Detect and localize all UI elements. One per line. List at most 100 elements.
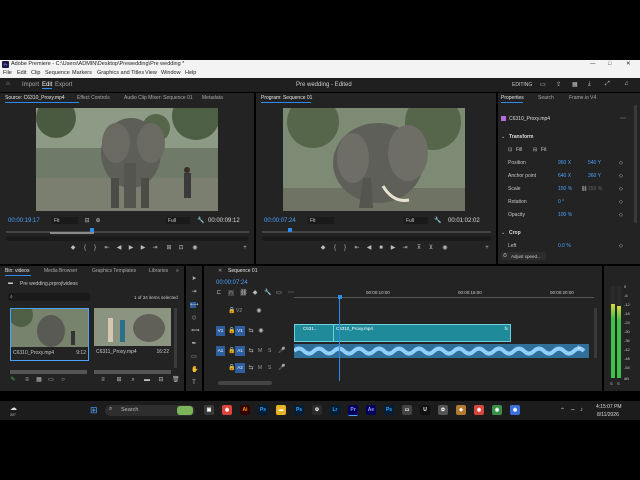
photoshop-3-icon[interactable]: Ps <box>384 405 394 415</box>
timeline-zoom-scrollbar[interactable] <box>218 381 272 385</box>
tab-effect-controls[interactable]: Effect Controls <box>77 95 110 101</box>
program-go-out-icon[interactable]: ⇥ <box>402 245 408 251</box>
nest-icon[interactable]: ⊏ <box>216 290 222 296</box>
workspace-label[interactable]: EDITING <box>512 82 532 88</box>
linked-selection-icon[interactable]: ⛓ <box>240 290 248 296</box>
source-wrench-icon[interactable]: 🔧 <box>197 218 204 224</box>
sort-icon[interactable]: ≡ <box>100 377 106 383</box>
lock-icon[interactable]: 🔒 <box>228 328 235 334</box>
source-timecode[interactable]: 00:00:19:17 <box>8 218 40 224</box>
new-item-icon[interactable]: ⊟ <box>158 377 164 383</box>
sync-lock-icon[interactable]: ⇆ <box>248 328 254 334</box>
export-frame-icon[interactable]: ◉ <box>192 245 198 251</box>
bin-search-input[interactable]: ⌕ <box>8 293 90 301</box>
track-select-tool-icon[interactable]: ⇥ <box>191 289 197 295</box>
weather-temp[interactable]: 28° <box>10 412 16 417</box>
timeline-clip-v1-a[interactable]: C631... <box>294 324 334 342</box>
automate-icon[interactable]: ⊞ <box>116 377 122 383</box>
razor-tool-icon[interactable]: ◇ <box>191 315 197 321</box>
lightroom-icon[interactable]: Lr <box>330 405 340 415</box>
program-zoom-bar[interactable] <box>262 236 491 241</box>
keyframe-icon[interactable]: ◇ <box>619 212 623 218</box>
lock-icon[interactable]: 🔒 <box>228 365 235 371</box>
program-fit-select[interactable]: Fit <box>308 217 334 224</box>
freeform-view-icon[interactable]: ▭ <box>48 377 54 383</box>
program-video-frame[interactable] <box>283 108 465 211</box>
program-add-button-icon[interactable]: + <box>484 245 490 251</box>
prop-value-crop[interactable]: 0.0 % <box>558 243 571 249</box>
lock-icon[interactable]: 🔒 <box>228 348 235 354</box>
prop-value-x[interactable]: 960 X <box>558 160 571 166</box>
tab-search[interactable]: Search <box>538 95 554 101</box>
program-go-in-icon[interactable]: ⇤ <box>354 245 360 251</box>
solo-left-button[interactable]: S <box>610 381 613 386</box>
go-to-out-icon[interactable]: ⇥ <box>152 245 158 251</box>
icon-view-icon[interactable]: ▦ <box>36 377 42 383</box>
source-zoom-bar[interactable] <box>6 236 249 241</box>
fit-icon[interactable]: ⊟ <box>533 147 537 153</box>
overwrite-icon[interactable]: ⊡ <box>178 245 184 251</box>
timeline-vertical-scrollbar[interactable] <box>594 308 597 358</box>
mode-export[interactable]: Export <box>55 82 72 88</box>
program-step-fwd-icon[interactable]: ▶ <box>390 245 396 251</box>
list-view-icon[interactable]: ≡ <box>24 377 30 383</box>
photoshop-icon[interactable]: Ps <box>258 405 268 415</box>
tab-media-browser[interactable]: Media Browser <box>44 268 77 274</box>
mic-icon[interactable]: 🎤 <box>278 348 285 354</box>
properties-menu-icon[interactable]: ⋯ <box>620 115 626 122</box>
sync-lock-icon[interactable]: ⇆ <box>248 365 254 371</box>
taskbar-time[interactable]: 4:15:07 PM <box>596 404 622 410</box>
lock-icon[interactable]: 🔒 <box>228 308 235 314</box>
sync-lock-icon[interactable]: ⇆ <box>248 348 254 354</box>
prop-value-opacity[interactable]: 100 % <box>558 212 572 218</box>
captions-icon[interactable]: ▭ <box>276 290 282 296</box>
tab-bin-videos[interactable]: Bin: videos <box>5 268 29 274</box>
notifications-icon[interactable]: ♫ <box>624 81 629 87</box>
bin-item-c6310[interactable]: C6310_Proxy.mp4 9:12 <box>9 303 89 361</box>
pencil-icon[interactable]: ✎ <box>10 377 16 383</box>
volume-icon[interactable]: ♪ <box>580 407 583 413</box>
prop-value-scale-h[interactable]: 150 % <box>588 186 602 192</box>
app-2-icon[interactable]: ▭ <box>402 405 412 415</box>
photoshop-2-icon[interactable]: Ps <box>294 405 304 415</box>
prop-value-rotation[interactable]: 0 ° <box>558 199 564 205</box>
chrome-4-icon[interactable]: ◉ <box>510 405 520 415</box>
bin-item-c6311[interactable]: C6311_Proxy.mp4 16:22 <box>94 308 171 359</box>
fullscreen-icon[interactable]: ⤢ <box>605 81 610 88</box>
crop-label[interactable]: Crop <box>509 230 521 236</box>
solo-button[interactable]: S <box>268 365 271 371</box>
lift-icon[interactable]: ⊼ <box>416 245 422 251</box>
mic-icon[interactable]: 🎤 <box>278 365 285 371</box>
source-zoom-icon[interactable]: ⊕ <box>95 218 101 224</box>
program-scrubber[interactable] <box>262 231 491 233</box>
chrome-2-icon[interactable]: ◉ <box>474 405 484 415</box>
prop-value-scale[interactable]: 150 % <box>558 186 572 192</box>
quick-export-icon[interactable]: ⤓ <box>588 81 591 88</box>
mark-in-icon[interactable]: { <box>82 245 88 251</box>
maximize-button[interactable]: □ <box>608 61 611 67</box>
timeline-timecode[interactable]: 00:00:07:24 <box>216 280 248 286</box>
tab-frameio[interactable]: Frame.io V4 <box>569 95 596 101</box>
menu-graphics[interactable]: Graphics and Titles <box>97 70 144 76</box>
after-effects-icon[interactable]: Ae <box>366 405 376 415</box>
taskbar-search[interactable]: ⌕ Search <box>105 405 195 416</box>
timeline-clip-v1-b[interactable]: C6310_Proxy.mp4 fx <box>333 324 511 342</box>
source-video-frame[interactable] <box>36 108 218 211</box>
mode-edit[interactable]: Edit <box>42 82 53 89</box>
add-marker-icon[interactable]: ◆ <box>252 290 258 296</box>
transform-label[interactable]: Transform <box>509 134 533 140</box>
new-bin-icon[interactable]: ▬ <box>144 377 150 383</box>
mode-import[interactable]: Import <box>22 82 39 88</box>
hand-tool-icon[interactable]: ✋ <box>191 367 198 373</box>
type-tool-icon[interactable]: T <box>191 380 197 386</box>
prop-value-y[interactable]: 360 Y <box>588 173 601 179</box>
selection-tool-icon[interactable]: ➤ <box>191 276 197 282</box>
ripple-edit-tool-icon[interactable]: ⟷ <box>190 302 199 308</box>
bin-scrollbar[interactable] <box>174 308 177 368</box>
illustrator-icon[interactable]: Ai <box>240 405 250 415</box>
tab-properties[interactable]: Properties <box>501 95 524 101</box>
add-button-icon[interactable]: + <box>242 245 248 251</box>
network-icon[interactable]: ⌔ <box>570 407 576 415</box>
program-step-back-icon[interactable]: ◀ <box>366 245 372 251</box>
solo-right-button[interactable]: S <box>617 381 620 386</box>
